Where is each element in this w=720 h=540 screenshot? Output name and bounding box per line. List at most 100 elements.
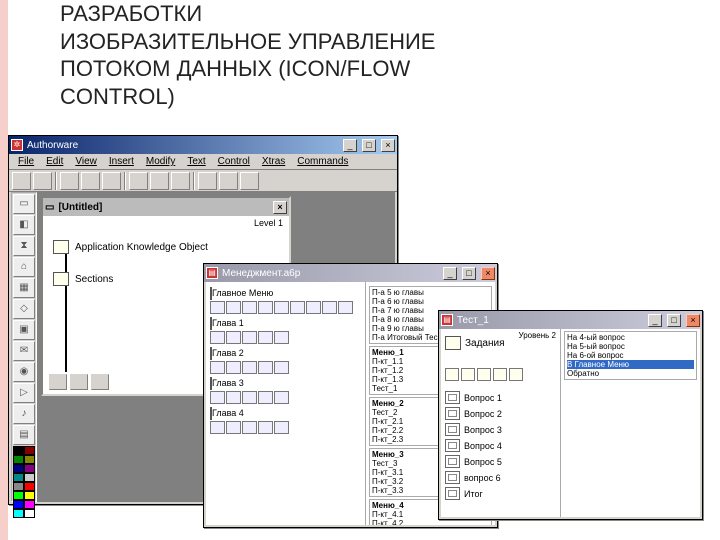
- palette-icon[interactable]: ▦: [13, 278, 35, 298]
- flowline: [65, 242, 67, 372]
- menu-edit[interactable]: Edit: [41, 155, 68, 168]
- minimize-button[interactable]: _: [343, 139, 357, 152]
- color-swatch[interactable]: [13, 473, 24, 482]
- footer-button[interactable]: [91, 374, 109, 390]
- palette-icon[interactable]: ◉: [13, 362, 35, 382]
- palette-icon[interactable]: ⌂: [13, 257, 35, 277]
- chapter-item[interactable]: Глава 3: [210, 378, 361, 404]
- nav-option[interactable]: На 5-ый вопрос: [567, 342, 694, 351]
- palette-icon[interactable]: ▭: [13, 194, 35, 214]
- close-button[interactable]: ×: [686, 314, 700, 327]
- palette-icon[interactable]: ✉: [13, 341, 35, 361]
- palette-icon[interactable]: ▤: [13, 425, 35, 445]
- footer-button[interactable]: [49, 374, 67, 390]
- menu-view[interactable]: View: [70, 155, 102, 168]
- nav-option[interactable]: В Главное Меню: [567, 360, 694, 369]
- tool-button[interactable]: [129, 172, 148, 190]
- tool-button[interactable]: [12, 172, 31, 190]
- palette-icon[interactable]: ♪: [13, 404, 35, 424]
- tool-button[interactable]: [171, 172, 190, 190]
- maximize-button[interactable]: □: [362, 139, 376, 152]
- color-swatch[interactable]: [24, 509, 35, 518]
- branch-icon[interactable]: [509, 368, 523, 381]
- question-row[interactable]: вопрос 6: [445, 471, 556, 484]
- chapter-item[interactable]: Глава 1: [210, 318, 361, 344]
- color-swatch[interactable]: [13, 464, 24, 473]
- question-row[interactable]: Вопрос 4: [445, 439, 556, 452]
- color-swatch[interactable]: [24, 473, 35, 482]
- close-icon[interactable]: ×: [273, 201, 287, 214]
- minimize-button[interactable]: _: [443, 267, 457, 280]
- menu-file[interactable]: File: [13, 155, 39, 168]
- tool-button[interactable]: [150, 172, 169, 190]
- question-row[interactable]: Итог: [445, 487, 556, 500]
- map-icon: [445, 391, 460, 404]
- branch-icon[interactable]: [445, 368, 459, 381]
- box-item[interactable]: П-а 5 ю главы: [372, 288, 489, 297]
- branch-icon[interactable]: [493, 368, 507, 381]
- menu-modify[interactable]: Modify: [141, 155, 180, 168]
- palette-icon[interactable]: ▣: [13, 320, 35, 340]
- tool-button[interactable]: [102, 172, 121, 190]
- title-line: ПОТОКОМ ДАННЫХ (ICON/FLOW: [60, 55, 700, 83]
- tool-button[interactable]: [60, 172, 79, 190]
- accent-stripe: [0, 0, 8, 540]
- chapter-item[interactable]: Глава 2: [210, 348, 361, 374]
- maximize-button[interactable]: □: [462, 267, 476, 280]
- branch-icon[interactable]: [461, 368, 475, 381]
- titlebar[interactable]: ✲ Authorware _ □ ×: [9, 136, 397, 154]
- question-row[interactable]: Вопрос 5: [445, 455, 556, 468]
- branch-row: [445, 368, 556, 381]
- branch-icon[interactable]: [477, 368, 491, 381]
- titlebar[interactable]: ▤ Менеджмент.a6p _ □ ×: [204, 264, 497, 282]
- tool-button[interactable]: [81, 172, 100, 190]
- color-swatch[interactable]: [24, 482, 35, 491]
- maximize-button[interactable]: □: [667, 314, 681, 327]
- menu-insert[interactable]: Insert: [104, 155, 139, 168]
- flow-node[interactable]: Sections: [53, 272, 113, 286]
- color-swatch[interactable]: [24, 446, 35, 455]
- color-swatch[interactable]: [13, 446, 24, 455]
- menu-xtras[interactable]: Xtras: [257, 155, 290, 168]
- chapter-label: Главное Меню: [212, 288, 273, 298]
- color-swatch[interactable]: [13, 509, 24, 518]
- map-icon: [445, 471, 460, 484]
- flow-node[interactable]: Application Knowledge Object: [53, 240, 208, 254]
- palette-icon[interactable]: ▷: [13, 383, 35, 403]
- color-swatch[interactable]: [13, 500, 24, 509]
- nav-option[interactable]: На 4-ый вопрос: [567, 333, 694, 342]
- color-swatch[interactable]: [24, 455, 35, 464]
- chapter-root[interactable]: Главное Меню: [210, 288, 361, 314]
- color-swatch[interactable]: [24, 491, 35, 500]
- tool-button[interactable]: [198, 172, 217, 190]
- palette-icon[interactable]: ⧗: [13, 236, 35, 256]
- color-swatch[interactable]: [24, 500, 35, 509]
- doc-icon: ▤: [441, 314, 453, 326]
- question-row[interactable]: Вопрос 3: [445, 423, 556, 436]
- box-item[interactable]: П-а 6 ю главы: [372, 297, 489, 306]
- minimize-button[interactable]: _: [648, 314, 662, 327]
- titlebar[interactable]: ▤ Тест_1 _ □ ×: [439, 311, 702, 329]
- palette-icon[interactable]: ◧: [13, 215, 35, 235]
- close-button[interactable]: ×: [381, 139, 395, 152]
- tool-button[interactable]: [219, 172, 238, 190]
- menu-control[interactable]: Control: [213, 155, 255, 168]
- palette-icon[interactable]: ◇: [13, 299, 35, 319]
- question-row[interactable]: Вопрос 1: [445, 391, 556, 404]
- question-row[interactable]: Вопрос 2: [445, 407, 556, 420]
- footer-button[interactable]: [70, 374, 88, 390]
- doc-titlebar[interactable]: ▭ [Untitled] ×: [43, 198, 289, 216]
- tool-button[interactable]: [240, 172, 259, 190]
- color-swatch[interactable]: [24, 464, 35, 473]
- color-swatch[interactable]: [13, 455, 24, 464]
- menu-text[interactable]: Text: [182, 155, 210, 168]
- close-button[interactable]: ×: [481, 267, 495, 280]
- nav-option[interactable]: На 6-ой вопрос: [567, 351, 694, 360]
- color-swatch[interactable]: [13, 482, 24, 491]
- test-window: ▤ Тест_1 _ □ × Уровень 2 Задания: [438, 310, 703, 520]
- tool-button[interactable]: [33, 172, 52, 190]
- chapter-item[interactable]: Глава 4: [210, 408, 361, 434]
- menu-commands[interactable]: Commands: [292, 155, 353, 168]
- color-swatch[interactable]: [13, 491, 24, 500]
- nav-option[interactable]: Обратно: [567, 369, 694, 378]
